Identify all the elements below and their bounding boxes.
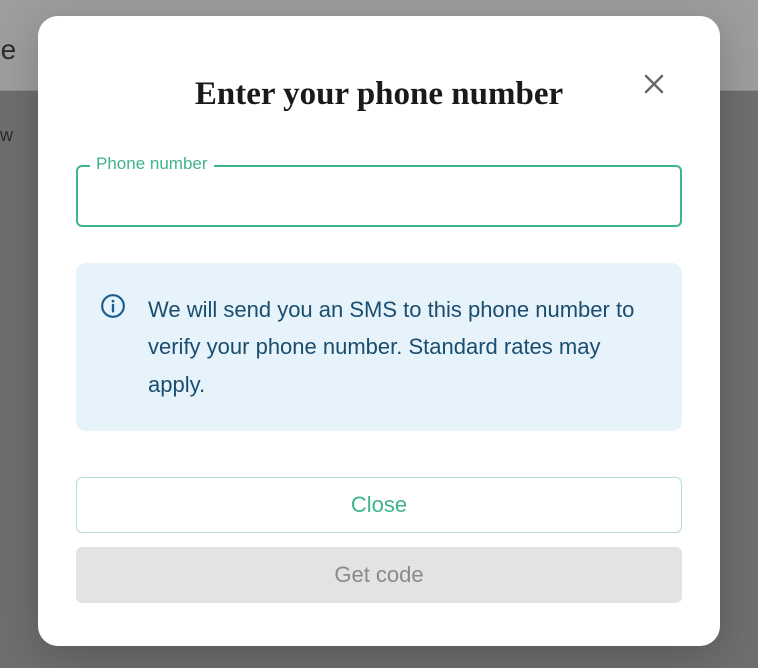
phone-number-modal: Enter your phone number Phone number We … bbox=[38, 16, 720, 646]
close-button[interactable]: Close bbox=[76, 477, 682, 533]
close-icon-button[interactable] bbox=[638, 68, 670, 100]
info-icon bbox=[100, 293, 126, 319]
phone-input[interactable] bbox=[76, 165, 682, 227]
info-text: We will send you an SMS to this phone nu… bbox=[148, 291, 656, 403]
phone-input-wrapper: Phone number bbox=[76, 165, 682, 227]
modal-title: Enter your phone number bbox=[76, 76, 682, 113]
close-icon bbox=[642, 72, 666, 96]
info-box: We will send you an SMS to this phone nu… bbox=[76, 263, 682, 431]
get-code-button[interactable]: Get code bbox=[76, 547, 682, 603]
button-stack: Close Get code bbox=[76, 477, 682, 603]
phone-input-label: Phone number bbox=[90, 154, 214, 174]
